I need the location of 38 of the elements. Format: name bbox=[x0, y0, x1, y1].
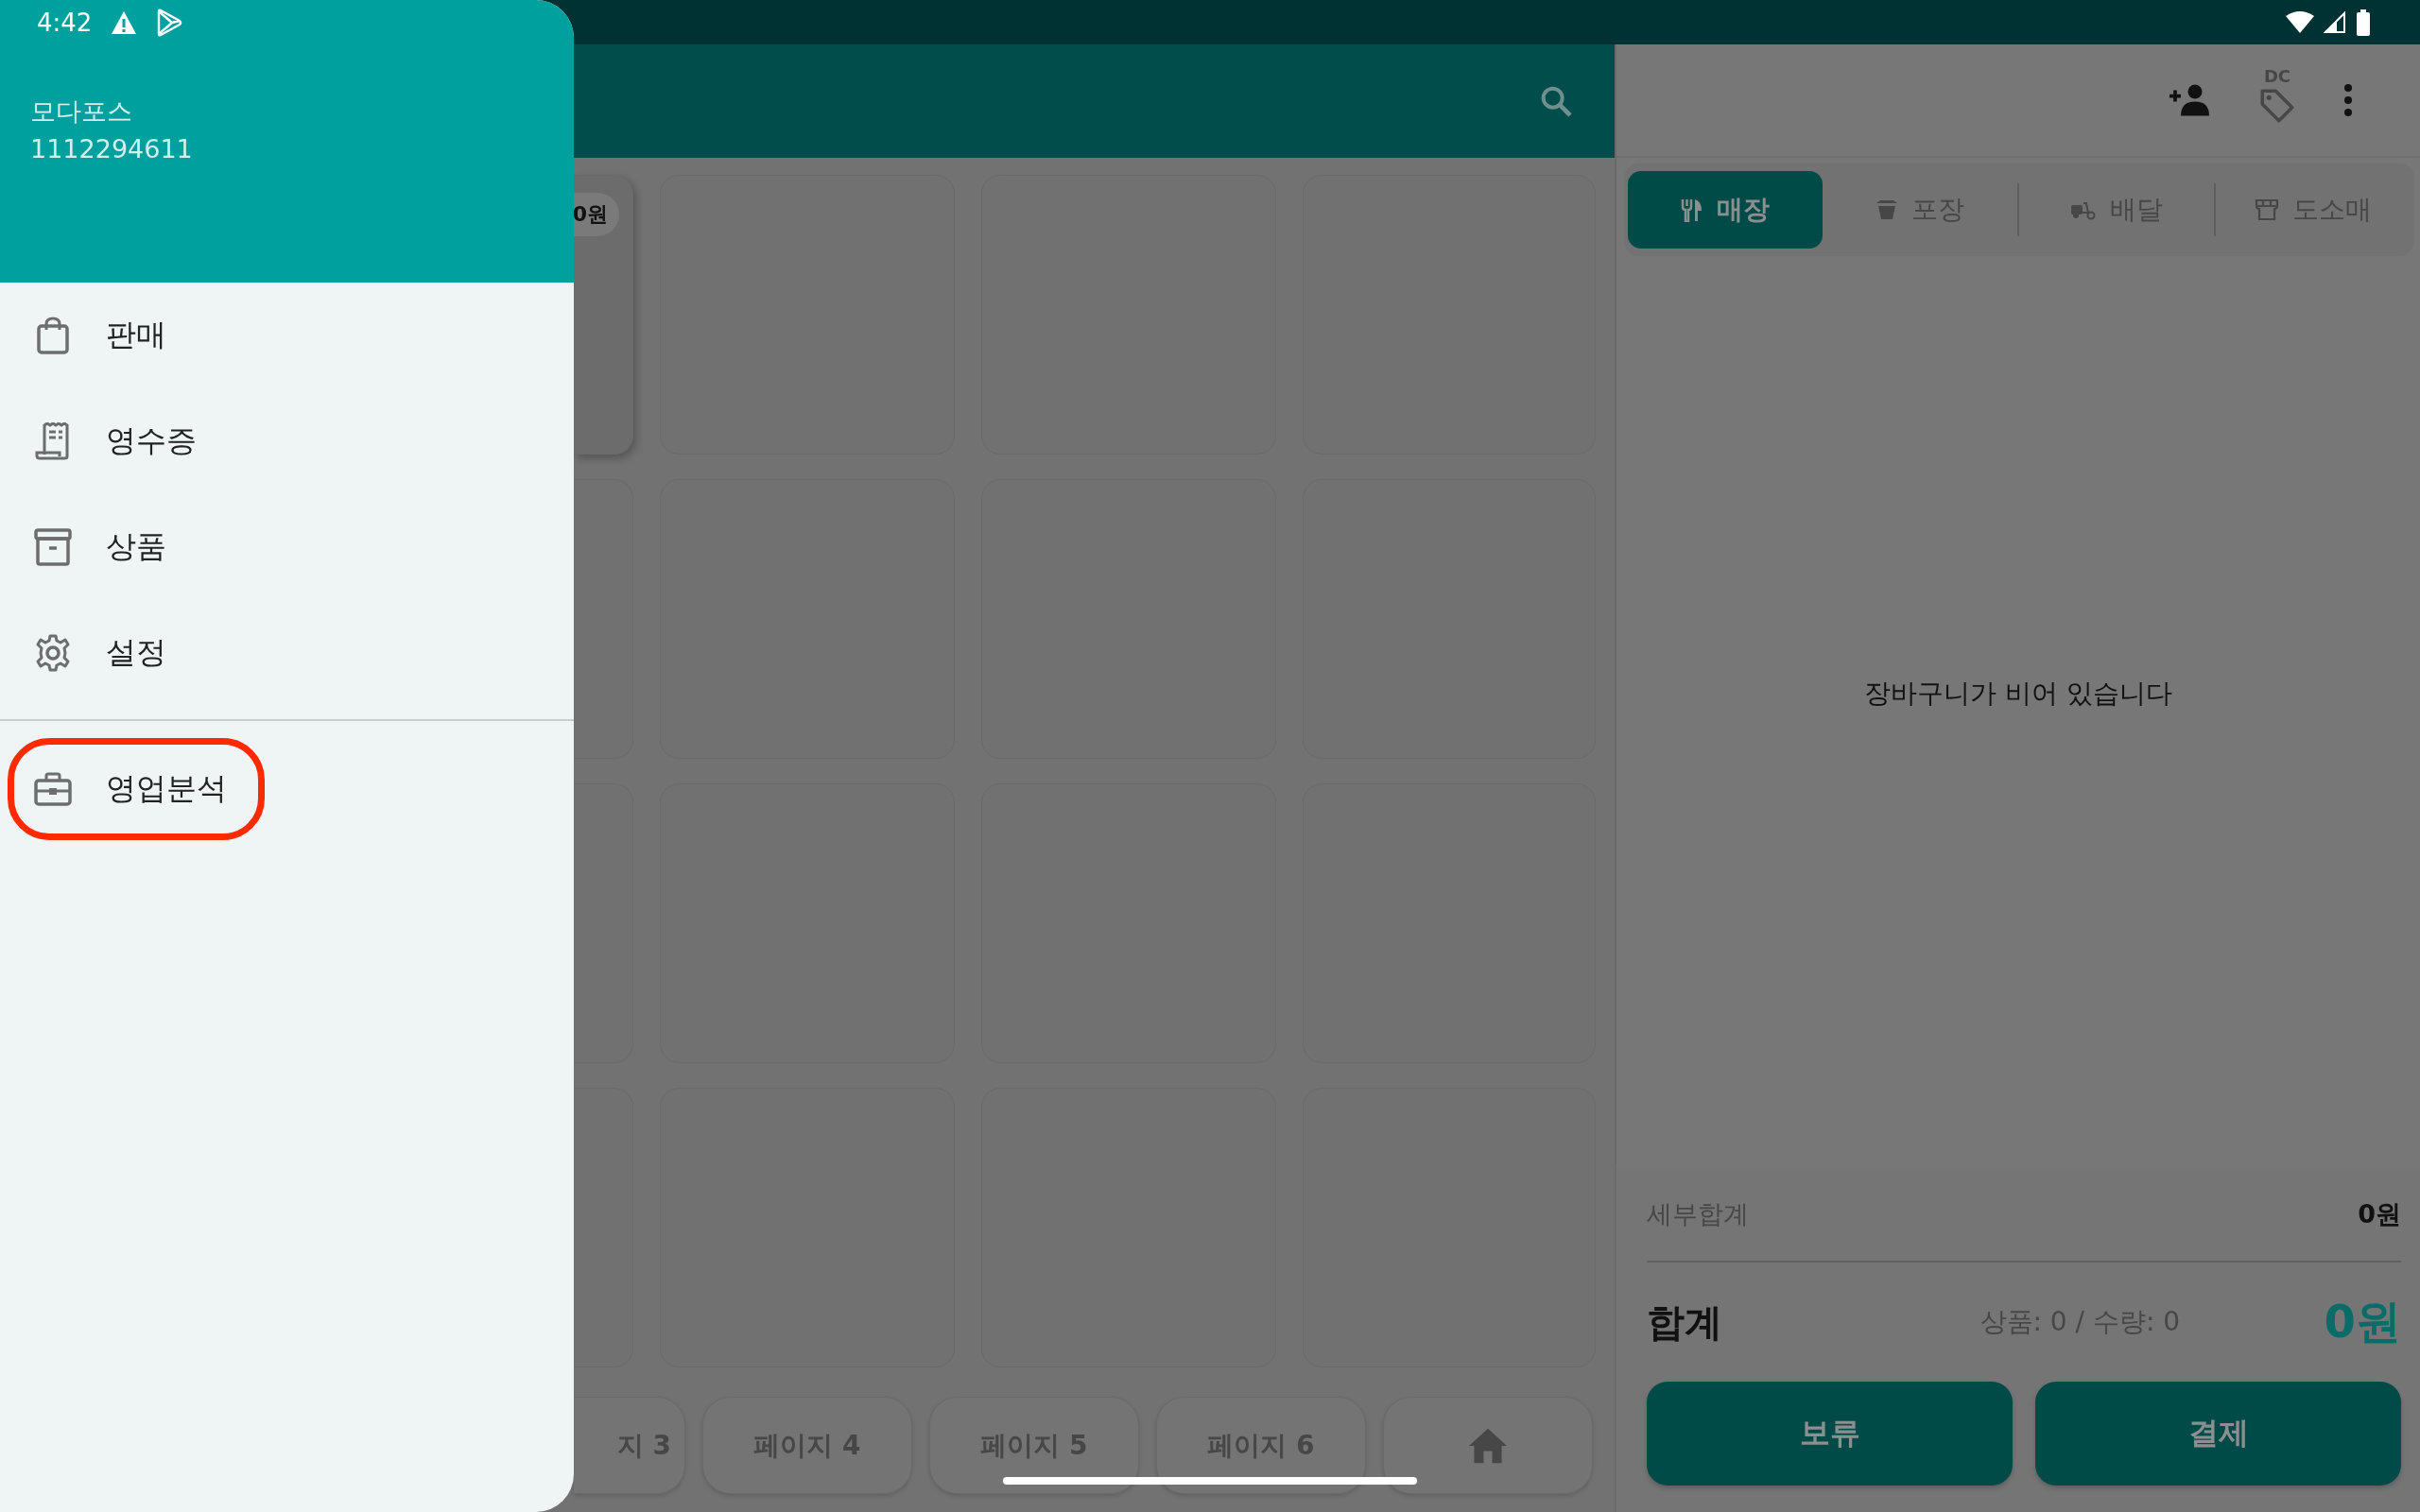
more-icon[interactable] bbox=[2342, 83, 2354, 117]
drawer-menu-item[interactable]: 영업분석 bbox=[0, 736, 574, 842]
play-icon bbox=[156, 8, 183, 37]
scooter-icon bbox=[2070, 199, 2097, 220]
store-id: 1112294611 bbox=[30, 134, 194, 163]
drawer-menu-item[interactable]: 영수증 bbox=[0, 388, 574, 494]
product-card[interactable] bbox=[574, 783, 633, 1063]
drawer-menu-item[interactable]: 상품 bbox=[0, 494, 574, 600]
price-badge: 0원 bbox=[572, 193, 619, 236]
drawer-menu-item[interactable]: 설정 bbox=[0, 600, 574, 706]
warning-icon bbox=[111, 9, 138, 35]
briefcase-icon bbox=[34, 772, 72, 806]
total-value: 0원 bbox=[2324, 1294, 2401, 1349]
total-label: 합계 bbox=[1647, 1298, 1722, 1346]
store-name: 모다포스 bbox=[30, 95, 133, 128]
order-type-tab[interactable]: 매장 bbox=[1628, 171, 1823, 249]
battery-icon bbox=[2356, 9, 2371, 36]
home-button[interactable] bbox=[1383, 1397, 1593, 1494]
receipt-icon bbox=[34, 422, 72, 460]
store-icon bbox=[2255, 198, 2279, 221]
shopping-bag-icon bbox=[34, 317, 72, 354]
add-person-icon[interactable] bbox=[2167, 83, 2212, 117]
wifi-icon bbox=[2286, 10, 2314, 34]
product-card[interactable]: 0원 bbox=[574, 175, 633, 455]
status-time: 4:42 bbox=[37, 8, 93, 37]
signal-icon bbox=[2324, 10, 2346, 34]
settings-icon bbox=[34, 634, 72, 672]
bowl-icon bbox=[1876, 199, 1898, 220]
product-card[interactable] bbox=[574, 479, 633, 759]
fork-knife-icon bbox=[1681, 198, 1703, 222]
archive-box-icon bbox=[34, 528, 72, 566]
drawer-menu-item[interactable]: 판매 bbox=[0, 283, 574, 388]
empty-cart-message: 장바구니가 비어 있습니다 bbox=[1864, 676, 2172, 711]
subtotal-value: 0원 bbox=[2358, 1198, 2401, 1230]
product-card[interactable] bbox=[574, 1088, 633, 1367]
action-button[interactable]: 결제 bbox=[2035, 1382, 2401, 1486]
action-button[interactable]: 보류 bbox=[1647, 1382, 2013, 1486]
home-icon bbox=[1467, 1426, 1509, 1465]
